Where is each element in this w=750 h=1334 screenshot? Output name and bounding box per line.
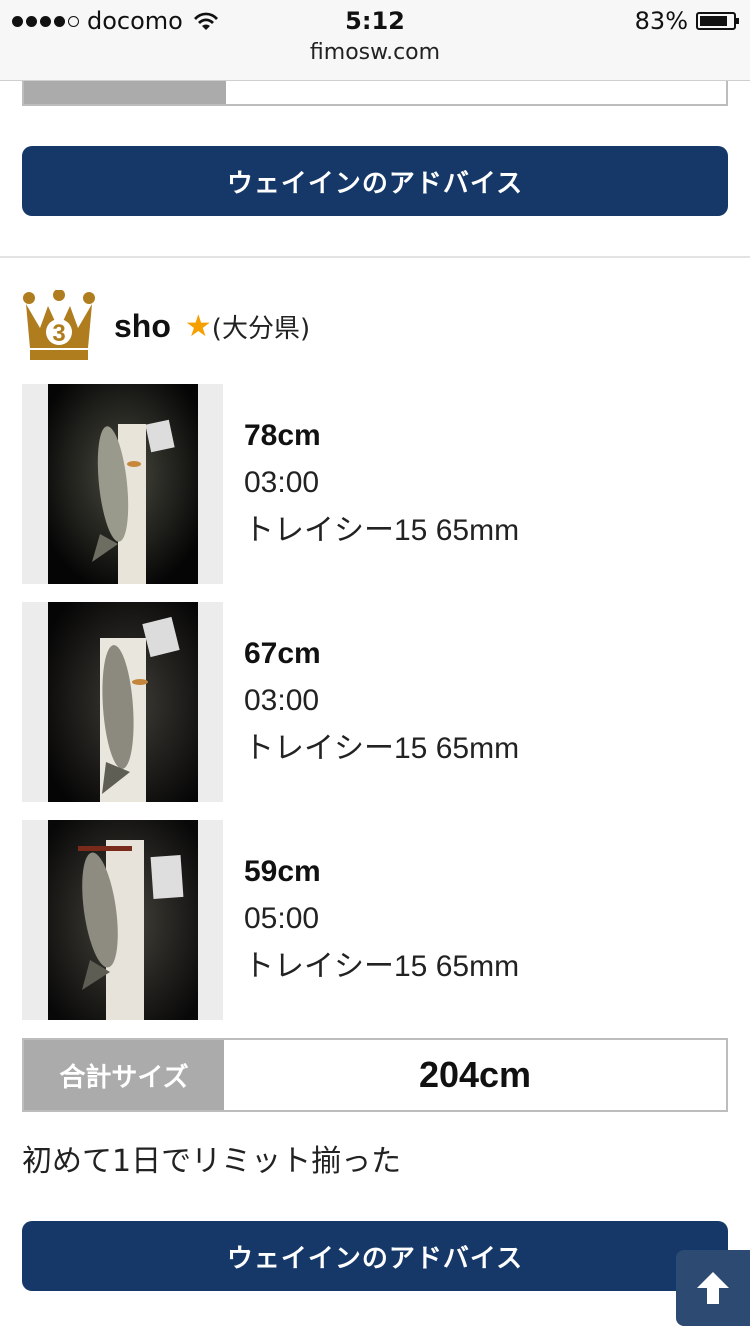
catch-size: 67cm [244,637,321,670]
scroll-to-top-button[interactable] [676,1250,750,1326]
catch-item: 59cm 05:00 トレイシー15 65mm [22,820,728,1020]
prefecture: (大分県) [211,313,311,344]
total-size-value: 204cm [418,1054,532,1095]
battery-percent: 83% [634,7,688,35]
username[interactable]: sho [114,308,171,345]
catch-lure: トレイシー15 65mm [244,950,520,983]
catch-lure: トレイシー15 65mm [244,514,520,547]
total-size-label: 合計サイズ [24,1040,224,1110]
total-size-row: 合計サイズ 204cm [22,1038,728,1112]
entry-header: 3 sho ★ (大分県) [22,290,310,362]
section-divider [0,256,750,258]
catch-photo[interactable] [48,384,198,584]
catch-photo[interactable] [48,820,198,1020]
crown-rank-icon: 3 [23,290,95,360]
battery-status: 83% [634,6,739,36]
catch-item: 67cm 03:00 トレイシー15 65mm [22,602,728,802]
catch-photo[interactable] [48,602,198,802]
arrow-up-icon [697,1272,729,1304]
catch-info: 78cm 03:00 トレイシー15 65mm [244,420,519,548]
star-icon: ★ [184,308,212,344]
catch-photo-frame[interactable] [22,602,223,802]
catch-info: 59cm 05:00 トレイシー15 65mm [244,856,519,984]
catch-item: 78cm 03:00 トレイシー15 65mm [22,384,728,584]
address-bar-url[interactable]: fimosw.com [0,40,750,65]
rank-number: 3 [52,320,65,347]
catch-photo-frame[interactable] [22,384,223,584]
catch-time: 03:00 [244,466,320,499]
catch-time: 05:00 [244,902,320,935]
catch-size: 78cm [244,419,321,452]
entry-comment: 初めて1日でリミット揃った [22,1144,402,1179]
catch-info: 67cm 03:00 トレイシー15 65mm [244,638,519,766]
catch-lure: トレイシー15 65mm [244,732,520,765]
status-bar: docomo 5:12 83% fimosw.com [0,0,750,81]
catch-time: 03:00 [244,684,320,717]
weigh-in-advice-button[interactable]: ウェイインのアドバイス [22,146,728,216]
catch-photo-frame[interactable] [22,820,223,1020]
weigh-in-advice-button[interactable]: ウェイインのアドバイス [22,1221,728,1291]
battery-icon [696,12,739,30]
catch-size: 59cm [244,855,321,888]
